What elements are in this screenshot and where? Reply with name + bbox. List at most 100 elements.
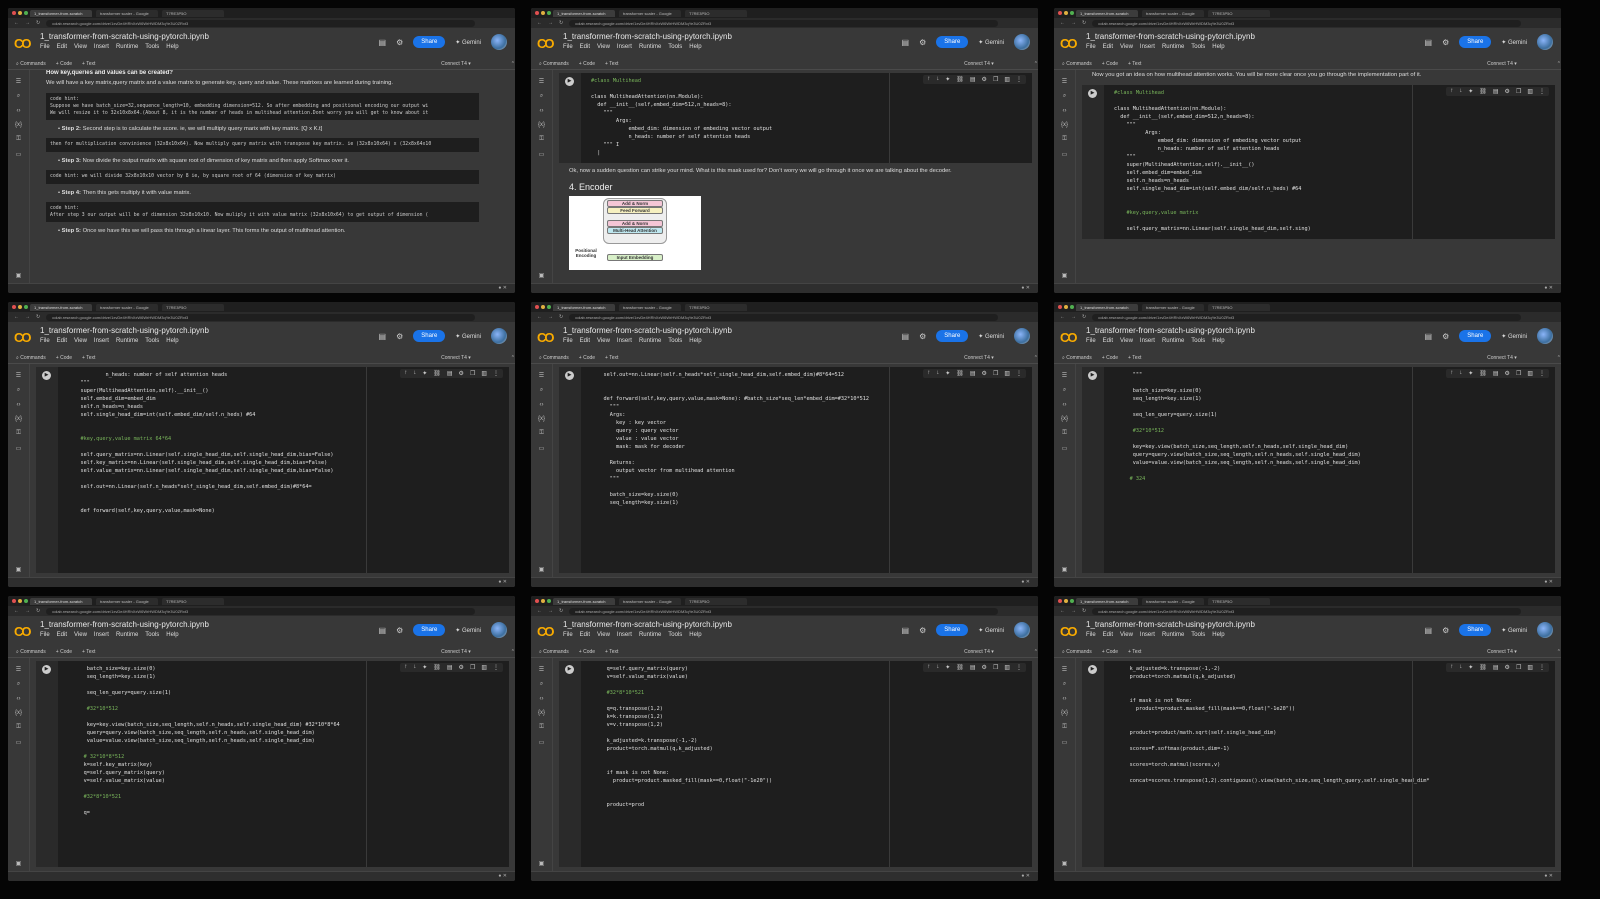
- window-control-dot[interactable]: [24, 305, 28, 309]
- code-line[interactable]: self.single_head_dim=int(self.embed_dim/…: [1114, 185, 1555, 193]
- menu-item-view[interactable]: View: [1120, 44, 1133, 50]
- url-input[interactable]: colab.research.google.com/drive/1xvDe4HR…: [1092, 313, 1521, 321]
- commands-button[interactable]: ⌕ Commands: [1062, 61, 1092, 67]
- code-line[interactable]: value=value.view(batch_size,seq_length,s…: [1114, 459, 1555, 467]
- find-icon[interactable]: ⌕: [1063, 681, 1066, 688]
- menu-item-runtime[interactable]: Runtime: [639, 44, 661, 50]
- code-line[interactable]: query : query vector: [591, 427, 1032, 435]
- window-control-dot[interactable]: [547, 305, 551, 309]
- chevron-down-icon[interactable]: ▾: [467, 649, 471, 655]
- window-controls[interactable]: [1058, 11, 1074, 15]
- menu-item-help[interactable]: Help: [689, 632, 701, 638]
- table-of-contents-icon[interactable]: ☰: [539, 78, 544, 85]
- settings-icon[interactable]: ⚙: [982, 76, 987, 83]
- code-line[interactable]: query=query.view(batch_size,seq_length,s…: [68, 729, 509, 737]
- reload-icon[interactable]: ↻: [36, 20, 40, 26]
- ai-icon[interactable]: ✦: [1468, 88, 1473, 95]
- code-line[interactable]: k_adjusted=k.transpose(-1,-2): [591, 737, 1032, 745]
- browser-tab[interactable]: T7RE3P5O: [685, 597, 747, 605]
- browser-tab[interactable]: 1_transformer-from-scratch: [30, 303, 92, 311]
- notebook-title[interactable]: 1_transformer-from-scratch-using-pytorch…: [1086, 620, 1255, 629]
- settings-icon[interactable]: ⚙: [459, 664, 464, 671]
- code-line[interactable]: [591, 697, 1032, 705]
- more-icon[interactable]: ⋮: [1016, 664, 1022, 671]
- code-line[interactable]: [1114, 403, 1555, 411]
- browser-tab[interactable]: 1_transformer-from-scratch: [553, 9, 615, 17]
- gemini-button[interactable]: ✦ Gemini: [455, 333, 481, 340]
- window-control-dot[interactable]: [24, 599, 28, 603]
- add-text-button[interactable]: + Text: [605, 649, 618, 655]
- code-line[interactable]: if mask is not None:: [591, 769, 1032, 777]
- menu-item-file[interactable]: File: [1086, 44, 1096, 50]
- browser-tab[interactable]: T7RE3P5O: [162, 303, 224, 311]
- window-control-dot[interactable]: [535, 599, 539, 603]
- settings-icon[interactable]: ⚙: [459, 370, 464, 377]
- connect-button[interactable]: Connect T4 ▾: [1487, 61, 1517, 67]
- ai-icon[interactable]: ✦: [422, 370, 427, 377]
- code-cell[interactable]: ▶ ↑ ↓ ✦ ⛓ ▤ ⚙ ❐ ▥ ⋮ n_heads: number of self atten…: [36, 367, 509, 573]
- back-icon[interactable]: ←: [14, 608, 19, 614]
- mirror-icon[interactable]: ❐: [470, 664, 475, 671]
- browser-tab[interactable]: T7RE3P5O: [162, 9, 224, 17]
- add-code-button[interactable]: + Code: [579, 355, 595, 361]
- delete-icon[interactable]: ▥: [481, 664, 487, 671]
- forward-icon[interactable]: →: [1071, 20, 1076, 26]
- window-control-dot[interactable]: [1064, 599, 1068, 603]
- forward-icon[interactable]: →: [548, 20, 553, 26]
- window-control-dot[interactable]: [535, 11, 539, 15]
- window-control-dot[interactable]: [1070, 599, 1074, 603]
- code-line[interactable]: scores=F.softmax(product,dim=-1): [1114, 745, 1555, 753]
- menu-item-edit[interactable]: Edit: [580, 632, 590, 638]
- window-control-dot[interactable]: [541, 305, 545, 309]
- more-icon[interactable]: ⋮: [1016, 370, 1022, 377]
- files-icon[interactable]: ▭: [1062, 445, 1068, 452]
- secrets-icon[interactable]: ⚿: [1062, 430, 1067, 437]
- menu-item-help[interactable]: Help: [1212, 44, 1224, 50]
- window-control-dot[interactable]: [18, 11, 22, 15]
- menu-item-tools[interactable]: Tools: [145, 632, 159, 638]
- find-icon[interactable]: ⌕: [17, 93, 20, 100]
- menu-item-tools[interactable]: Tools: [1191, 338, 1205, 344]
- link-icon[interactable]: ⛓: [1479, 88, 1487, 95]
- code-snippets-icon[interactable]: ‹›: [540, 696, 544, 702]
- run-cell-button[interactable]: ▶: [565, 371, 574, 380]
- code-line[interactable]: super(MultiheadAttention,self).__init__(…: [68, 387, 509, 395]
- menu-item-edit[interactable]: Edit: [1103, 338, 1113, 344]
- colab-logo[interactable]: CO: [14, 624, 31, 639]
- code-line[interactable]: super(MultiheadAttention,self).__init__(…: [1114, 161, 1555, 169]
- reload-icon[interactable]: ↻: [559, 314, 563, 320]
- code-line[interactable]: product=torch.matmul(q,k_adjusted): [1114, 673, 1555, 681]
- notebook-title[interactable]: 1_transformer-from-scratch-using-pytorch…: [563, 620, 732, 629]
- code-snippets-icon[interactable]: ‹›: [1063, 696, 1067, 702]
- code-snippets-icon[interactable]: ‹›: [540, 402, 544, 408]
- share-button[interactable]: Share: [1459, 330, 1492, 342]
- code-line[interactable]: |: [591, 149, 1032, 157]
- files-icon[interactable]: ▭: [1062, 739, 1068, 746]
- menu-item-help[interactable]: Help: [1212, 632, 1224, 638]
- code-line[interactable]: q=self.query_matrix(query): [68, 769, 509, 777]
- mirror-icon[interactable]: ❐: [1516, 370, 1521, 377]
- code-line[interactable]: """: [591, 403, 1032, 411]
- add-text-button[interactable]: + Text: [1128, 649, 1141, 655]
- move-down-icon[interactable]: ↓: [413, 664, 416, 671]
- code-line[interactable]: mask: mask for decoder: [591, 443, 1032, 451]
- comment-icon[interactable]: ▤: [1493, 88, 1499, 95]
- ai-icon[interactable]: ✦: [945, 664, 950, 671]
- notebook-title[interactable]: 1_transformer-from-scratch-using-pytorch…: [40, 32, 209, 41]
- secrets-icon[interactable]: ⚿: [1062, 136, 1067, 143]
- code-line[interactable]: [1114, 379, 1555, 387]
- find-icon[interactable]: ⌕: [1063, 387, 1066, 394]
- colab-logo[interactable]: CO: [1060, 624, 1077, 639]
- code-line[interactable]: seq_len_query=query.size(1): [1114, 411, 1555, 419]
- menu-item-insert[interactable]: Insert: [94, 44, 109, 50]
- code-line[interactable]: v=self.value_matrix(value): [68, 777, 509, 785]
- browser-tab[interactable]: transformer scaler - Google: [96, 303, 158, 311]
- menu-item-runtime[interactable]: Runtime: [116, 632, 138, 638]
- share-button[interactable]: Share: [936, 624, 969, 636]
- window-control-dot[interactable]: [1070, 11, 1074, 15]
- share-button[interactable]: Share: [936, 36, 969, 48]
- code-line[interactable]: [591, 753, 1032, 761]
- code-line[interactable]: [1114, 97, 1555, 105]
- delete-icon[interactable]: ▥: [1004, 76, 1010, 83]
- notebook-content[interactable]: ▶ ↑ ↓ ✦ ⛓ ▤ ⚙ ❐ ▥ ⋮ k_adjusted=k.transpose(-1,-2)…: [1082, 658, 1555, 871]
